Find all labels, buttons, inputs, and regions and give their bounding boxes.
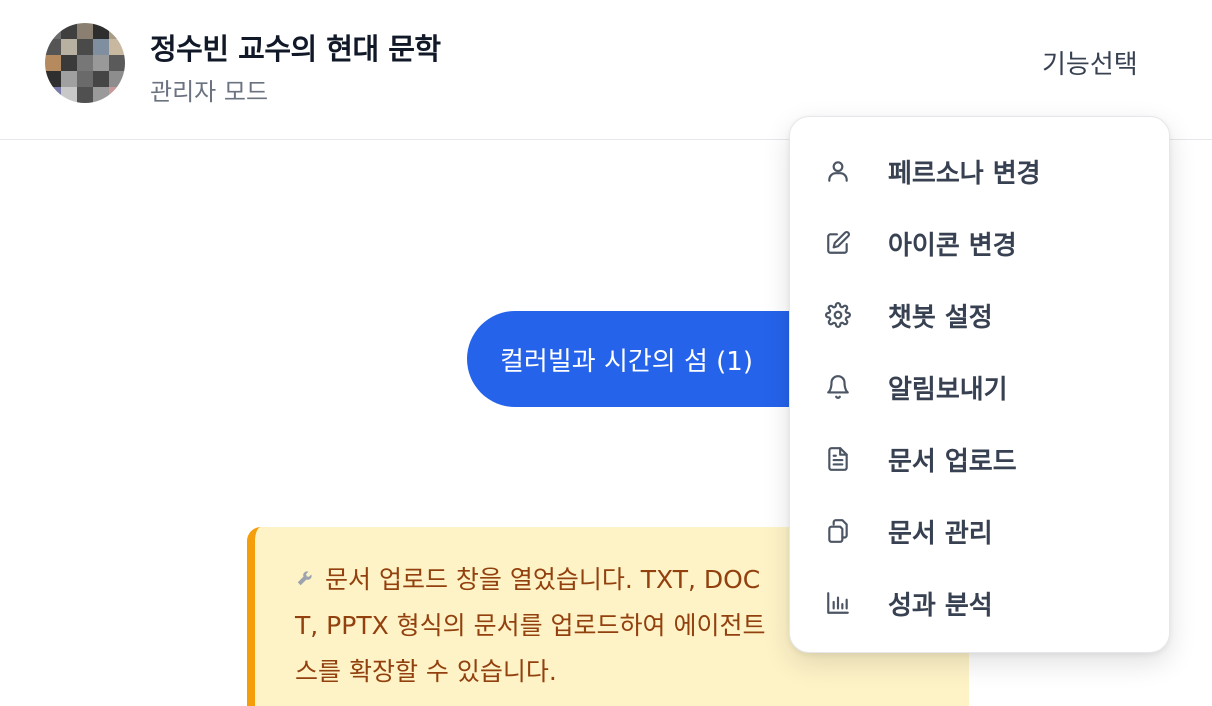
menu-item-label: 아이콘 변경 bbox=[888, 230, 1017, 261]
menu-item-chatbot-settings[interactable]: 챗봇 설정 bbox=[790, 279, 1169, 351]
bell-icon bbox=[824, 373, 852, 401]
menu-item-label: 성과 분석 bbox=[888, 590, 993, 621]
edit-icon bbox=[824, 229, 852, 257]
page-title: 정수빈 교수의 현대 문학 bbox=[150, 32, 441, 66]
menu-item-send-notification[interactable]: 알림보내기 bbox=[790, 351, 1169, 423]
wrench-icon bbox=[295, 557, 317, 603]
menu-item-label: 알림보내기 bbox=[888, 374, 1008, 405]
menu-item-icon-change[interactable]: 아이콘 변경 bbox=[790, 207, 1169, 279]
notice-line: 스를 확장할 수 있습니다. bbox=[295, 657, 557, 686]
gear-icon bbox=[824, 301, 852, 329]
mode-subtitle: 관리자 모드 bbox=[150, 78, 269, 106]
files-icon bbox=[824, 517, 852, 545]
feature-select-button[interactable]: 기능선택 bbox=[1036, 44, 1144, 81]
menu-item-performance-analysis[interactable]: 성과 분석 bbox=[790, 567, 1169, 639]
menu-item-label: 챗봇 설정 bbox=[888, 302, 993, 333]
notice-line: 문서 업로드 창을 열었습니다. TXT, DOC bbox=[325, 565, 761, 594]
feature-dropdown-menu: 페르소나 변경 아이콘 변경 챗봇 설정 알림보내기 문서 업로드 문서 관리 bbox=[789, 116, 1170, 653]
menu-item-label: 문서 업로드 bbox=[888, 446, 1017, 477]
menu-item-document-upload[interactable]: 문서 업로드 bbox=[790, 423, 1169, 495]
user-icon bbox=[824, 157, 852, 185]
menu-item-persona[interactable]: 페르소나 변경 bbox=[790, 135, 1169, 207]
document-icon bbox=[824, 445, 852, 473]
bar-chart-icon bbox=[824, 589, 852, 617]
menu-item-label: 페르소나 변경 bbox=[888, 158, 1041, 189]
menu-item-label: 문서 관리 bbox=[888, 518, 993, 549]
avatar bbox=[45, 23, 125, 103]
menu-item-document-manage[interactable]: 문서 관리 bbox=[790, 495, 1169, 567]
